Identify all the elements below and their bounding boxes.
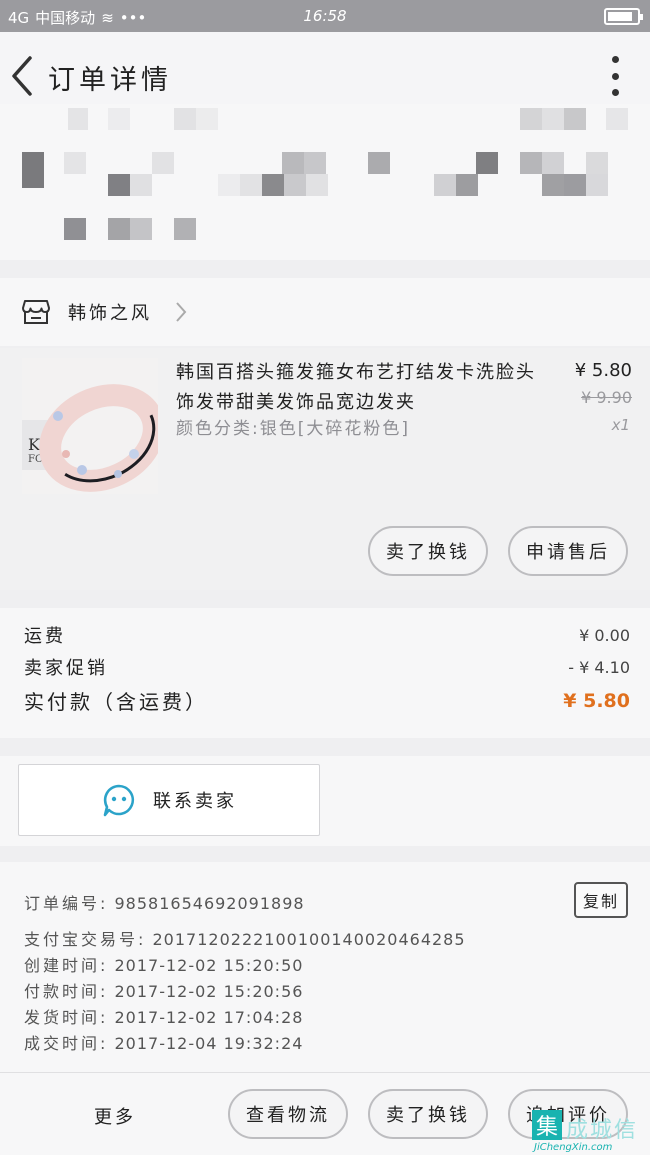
- resell-button[interactable]: 卖了换钱: [368, 526, 488, 576]
- svg-text:K: K: [28, 435, 41, 454]
- battery-fill: [608, 12, 632, 21]
- contact-section: 联系卖家: [0, 756, 650, 846]
- more-button[interactable]: 更多: [94, 1103, 136, 1129]
- contact-seller-label: 联系卖家: [153, 791, 237, 812]
- product-price: ¥ 5.80: [574, 360, 632, 381]
- battery-icon: [604, 8, 643, 25]
- created-time: 2017-12-02 15:20:50: [114, 956, 304, 975]
- store-icon: [22, 300, 50, 324]
- order-number-label: 订单编号:: [24, 894, 109, 913]
- product-card[interactable]: K FC 韩国百搭头箍发箍女布艺打结发卡洗脸头饰发带甜美发饰品宽边发夹 颜色分类…: [0, 348, 650, 590]
- watermark-logo: 集: [532, 1110, 562, 1140]
- paid-line: 付款时间: 2017-12-02 15:20:56: [24, 978, 303, 1002]
- created-line: 创建时间: 2017-12-02 15:20:50: [24, 952, 303, 976]
- alipay-line: 支付宝交易号: 2017120222100100140020464285: [24, 926, 466, 950]
- shop-bar[interactable]: 韩饰之风: [0, 278, 650, 346]
- shipped-time: 2017-12-02 17:04:28: [114, 1008, 304, 1027]
- product-original-price: ¥ 9.90: [581, 388, 632, 407]
- watermark-brand: 成城信: [566, 1118, 639, 1143]
- view-logistics-button[interactable]: 查看物流: [228, 1089, 348, 1139]
- product-thumbnail: K FC: [22, 358, 158, 494]
- order-info: 订单编号: 98581654692091898 复制 支付宝交易号: 20171…: [0, 862, 650, 1072]
- resell-bottom-button[interactable]: 卖了换钱: [368, 1089, 488, 1139]
- alipay-label: 支付宝交易号:: [24, 930, 147, 949]
- total-value: ¥ 5.80: [563, 689, 630, 712]
- created-label: 创建时间:: [24, 956, 109, 975]
- cost-summary: 运费 ¥ 0.00 卖家促销 - ¥ 4.10 实付款（含运费） ¥ 5.80: [0, 608, 650, 738]
- alipay-number: 2017120222100100140020464285: [152, 930, 466, 949]
- chat-bubble-icon: [103, 784, 135, 817]
- promo-label: 卖家促销: [24, 658, 108, 679]
- shipping-label: 运费: [24, 626, 66, 647]
- contact-seller-button[interactable]: 联系卖家: [18, 764, 320, 836]
- done-time: 2017-12-04 19:32:24: [114, 1034, 304, 1053]
- status-bar: 4G 中国移动 ≋ ••• 16:58: [0, 0, 650, 32]
- after-sale-button[interactable]: 申请售后: [508, 526, 628, 576]
- product-quantity: x1: [611, 416, 630, 434]
- order-number: 98581654692091898: [114, 894, 305, 913]
- done-line: 成交时间: 2017-12-04 19:32:24: [24, 1030, 303, 1054]
- promo-row: 卖家促销 - ¥ 4.10: [24, 654, 630, 680]
- shipping-value: ¥ 0.00: [579, 625, 630, 645]
- overflow-menu-icon[interactable]: [608, 56, 622, 96]
- address-card-pixelated[interactable]: [0, 104, 650, 260]
- paid-time: 2017-12-02 15:20:56: [114, 982, 304, 1001]
- shipped-line: 发货时间: 2017-12-02 17:04:28: [24, 1004, 303, 1028]
- watermark-url: JiChengXin.com: [534, 1142, 613, 1153]
- page-title: 订单详情: [48, 65, 172, 96]
- order-number-line: 订单编号: 98581654692091898: [24, 890, 305, 914]
- back-arrow-icon[interactable]: [8, 54, 36, 98]
- status-time: 16:58: [303, 7, 347, 25]
- shop-name: 韩饰之风: [68, 303, 152, 324]
- product-title: 韩国百搭头箍发箍女布艺打结发卡洗脸头饰发带甜美发饰品宽边发夹: [176, 362, 536, 413]
- shipping-row: 运费 ¥ 0.00: [24, 622, 630, 648]
- copy-button[interactable]: 复制: [574, 882, 628, 918]
- shipped-label: 发货时间:: [24, 1008, 109, 1027]
- total-label: 实付款（含运费）: [24, 690, 208, 714]
- product-sku: 颜色分类:银色[大碎花粉色]: [176, 419, 410, 439]
- paid-label: 付款时间:: [24, 982, 109, 1001]
- watermark: 集 成城信 JiChengXin.com: [532, 1108, 650, 1155]
- chevron-right-icon: [176, 302, 187, 322]
- promo-value: - ¥ 4.10: [568, 657, 630, 677]
- total-row: 实付款（含运费） ¥ 5.80: [24, 686, 630, 715]
- done-label: 成交时间:: [24, 1034, 109, 1053]
